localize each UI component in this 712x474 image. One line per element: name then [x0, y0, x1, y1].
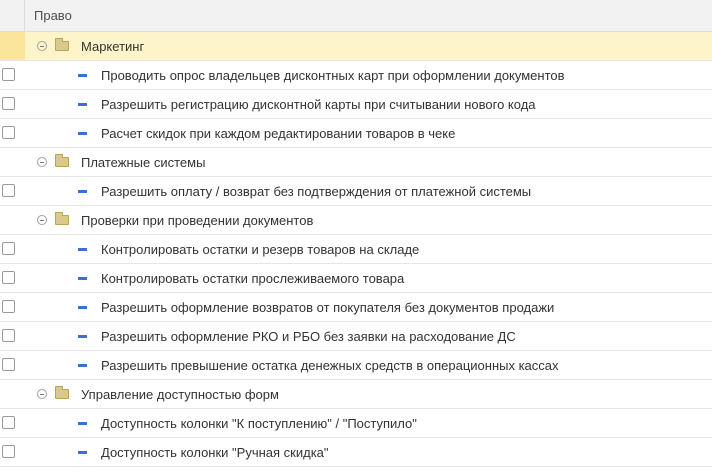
permission-label: Разрешить превышение остатка денежных ср… — [101, 358, 559, 373]
folder-icon — [55, 212, 69, 225]
permission-dash-icon — [78, 335, 87, 338]
rights-tree-grid: Право Маркетинг Проводить опрос владельце… — [0, 0, 712, 474]
header-column-title[interactable]: Право — [34, 8, 72, 23]
permission-dash-icon — [78, 74, 87, 77]
check-cell — [0, 61, 25, 89]
permission-label: Контролировать остатки и резерв товаров … — [101, 242, 420, 257]
group-label: Управление доступностью форм — [81, 387, 279, 402]
collapse-circle-icon[interactable] — [37, 389, 47, 399]
permission-dash-icon — [78, 277, 87, 280]
tree-item-row[interactable]: Доступность колонки "К поступлению" / "П… — [0, 409, 712, 438]
tree-item-row[interactable]: Контролировать остатки и резерв товаров … — [0, 235, 712, 264]
check-cell — [0, 322, 25, 350]
check-cell — [0, 206, 25, 234]
permission-label: Разрешить оформление РКО и РБО без заявк… — [101, 329, 516, 344]
tree-item-row[interactable]: Разрешить оформление возвратов от покупа… — [0, 293, 712, 322]
header-check-column — [0, 0, 25, 31]
folder-icon — [55, 386, 69, 399]
permission-dash-icon — [78, 364, 87, 367]
tree-item-row[interactable]: Разрешить превышение остатка денежных ср… — [0, 351, 712, 380]
folder-icon — [55, 154, 69, 167]
permission-checkbox[interactable] — [2, 126, 15, 139]
check-cell — [0, 409, 25, 437]
check-cell — [0, 380, 25, 408]
tree-group-row[interactable]: Проверки при проведении документов — [0, 206, 712, 235]
permission-dash-icon — [78, 103, 87, 106]
tree-item-row[interactable]: Разрешить оформление РКО и РБО без заявк… — [0, 322, 712, 351]
tree-item-row[interactable]: Контролировать остатки прослеживаемого т… — [0, 264, 712, 293]
permission-dash-icon — [78, 451, 87, 454]
check-cell — [0, 264, 25, 292]
folder-icon — [55, 38, 69, 51]
tree-group-row[interactable]: Маркетинг — [0, 32, 712, 61]
permission-dash-icon — [78, 190, 87, 193]
permission-checkbox[interactable] — [2, 184, 15, 197]
permission-label: Расчет скидок при каждом редактировании … — [101, 126, 456, 141]
permission-checkbox[interactable] — [2, 271, 15, 284]
permission-label: Контролировать остатки прослеживаемого т… — [101, 271, 405, 286]
grid-rows: Маркетинг Проводить опрос владельцев диск… — [0, 32, 712, 467]
check-cell — [0, 119, 25, 147]
check-cell — [0, 148, 25, 176]
grid-header: Право — [0, 0, 712, 32]
tree-item-row[interactable]: Доступность колонки "Ручная скидка" — [0, 438, 712, 467]
permission-dash-icon — [78, 306, 87, 309]
collapse-circle-icon[interactable] — [37, 215, 47, 225]
check-cell — [0, 177, 25, 205]
permission-label: Проводить опрос владельцев дисконтных ка… — [101, 68, 565, 83]
tree-item-row[interactable]: Проводить опрос владельцев дисконтных ка… — [0, 61, 712, 90]
permission-checkbox[interactable] — [2, 329, 15, 342]
permission-dash-icon — [78, 132, 87, 135]
check-cell — [0, 351, 25, 379]
permission-checkbox[interactable] — [2, 97, 15, 110]
collapse-circle-icon[interactable] — [37, 157, 47, 167]
permission-checkbox[interactable] — [2, 358, 15, 371]
tree-group-row[interactable]: Управление доступностью форм — [0, 380, 712, 409]
permission-label: Разрешить оплату / возврат без подтвержд… — [101, 184, 532, 199]
check-cell — [0, 235, 25, 263]
check-cell — [0, 438, 25, 466]
permission-dash-icon — [78, 248, 87, 251]
permission-checkbox[interactable] — [2, 300, 15, 313]
check-cell — [0, 293, 25, 321]
tree-item-row[interactable]: Расчет скидок при каждом редактировании … — [0, 119, 712, 148]
collapse-circle-icon[interactable] — [37, 41, 47, 51]
check-cell — [0, 32, 25, 60]
tree-item-row[interactable]: Разрешить оплату / возврат без подтвержд… — [0, 177, 712, 206]
permission-checkbox[interactable] — [2, 445, 15, 458]
group-label: Платежные системы — [81, 155, 206, 170]
permission-label: Доступность колонки "К поступлению" / "П… — [101, 416, 417, 431]
permission-checkbox[interactable] — [2, 416, 15, 429]
tree-group-row[interactable]: Платежные системы — [0, 148, 712, 177]
permission-checkbox[interactable] — [2, 242, 15, 255]
group-label: Проверки при проведении документов — [81, 213, 314, 228]
tree-item-row[interactable]: Разрешить регистрацию дисконтной карты п… — [0, 90, 712, 119]
permission-dash-icon — [78, 422, 87, 425]
permission-label: Доступность колонки "Ручная скидка" — [101, 445, 329, 460]
permission-checkbox[interactable] — [2, 68, 15, 81]
group-label: Маркетинг — [81, 39, 145, 54]
check-cell — [0, 90, 25, 118]
permission-label: Разрешить оформление возвратов от покупа… — [101, 300, 555, 315]
permission-label: Разрешить регистрацию дисконтной карты п… — [101, 97, 536, 112]
